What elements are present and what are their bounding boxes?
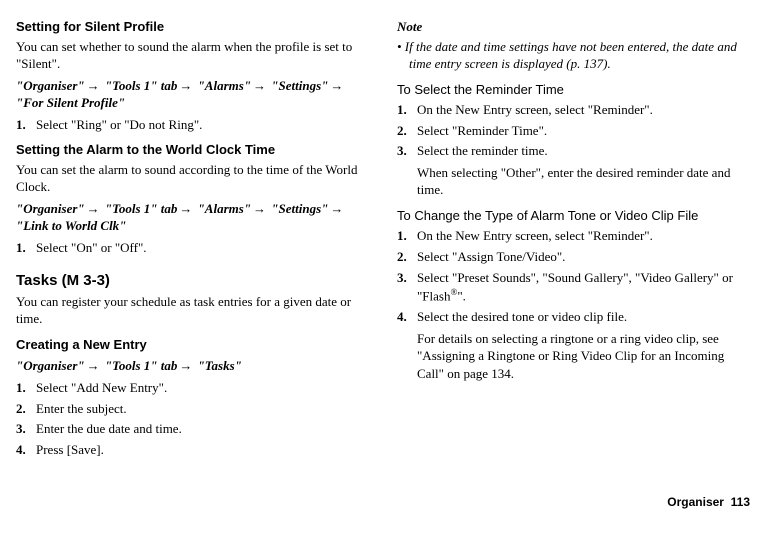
nav-path-3: "Organiser"→ "Tools 1" tab→ "Tasks" — [16, 357, 369, 375]
nav-seg: "Organiser" — [16, 201, 85, 216]
step-text: Press [Save]. — [36, 441, 369, 459]
list-item: 1.Select "Ring" or "Do not Ring". — [16, 116, 369, 134]
nav-seg: "Settings" — [271, 201, 328, 216]
step-text: Select "Assign Tone/Video". — [417, 248, 750, 266]
nav-seg: "Tools 1" tab — [105, 78, 177, 93]
steps-list-5: 1.On the New Entry screen, select "Remin… — [397, 227, 750, 382]
step-main: Select the desired tone or video clip fi… — [417, 309, 627, 324]
nav-seg: "Organiser" — [16, 78, 85, 93]
step-text: Enter the subject. — [36, 400, 369, 418]
list-item: 3.Enter the due date and time. — [16, 420, 369, 438]
step-sub: For details on selecting a ringtone or a… — [417, 330, 750, 383]
steps-list-1: 1.Select "Ring" or "Do not Ring". — [16, 116, 369, 134]
step-text: Select "Reminder Time". — [417, 122, 750, 140]
list-item: 2.Select "Assign Tone/Video". — [397, 248, 750, 266]
list-item: 4. Select the desired tone or video clip… — [397, 308, 750, 382]
heading-new-entry: Creating a New Entry — [16, 336, 369, 354]
step-number: 4. — [397, 308, 417, 382]
footer-page-number: 113 — [731, 495, 750, 509]
step-number: 1. — [397, 227, 417, 245]
arrow-icon: → — [251, 201, 268, 216]
heading-tasks: Tasks (M 3-3) — [16, 271, 369, 291]
list-item: 1.Select "Add New Entry". — [16, 379, 369, 397]
step-text: Select "Add New Entry". — [36, 379, 369, 397]
note-title: Note — [397, 18, 750, 36]
step-part-b: ". — [457, 288, 466, 303]
arrow-icon: → — [328, 78, 345, 93]
step-number: 1. — [16, 239, 36, 257]
heading-world-clock: Setting the Alarm to the World Clock Tim… — [16, 141, 369, 159]
left-column: Setting for Silent Profile You can set w… — [16, 10, 369, 464]
nav-seg: "Alarms" — [198, 201, 251, 216]
step-text: Select the reminder time. When selecting… — [417, 142, 750, 199]
footer-section: Organiser — [667, 495, 724, 509]
steps-list-4: 1.On the New Entry screen, select "Remin… — [397, 101, 750, 199]
list-item: 4.Press [Save]. — [16, 441, 369, 459]
step-number: 3. — [397, 142, 417, 199]
arrow-icon: → — [85, 358, 102, 373]
step-number: 2. — [16, 400, 36, 418]
nav-seg: "Tools 1" tab — [105, 201, 177, 216]
nav-seg: "Alarms" — [198, 78, 251, 93]
arrow-icon: → — [85, 201, 102, 216]
note-body: • If the date and time settings have not… — [397, 38, 750, 73]
list-item: 1.On the New Entry screen, select "Remin… — [397, 101, 750, 119]
step-number: 1. — [16, 116, 36, 134]
list-item: 1.Select "On" or "Off". — [16, 239, 369, 257]
page-footer: Organiser 113 — [16, 494, 750, 510]
page-content: Setting for Silent Profile You can set w… — [16, 10, 750, 464]
arrow-icon: → — [251, 78, 268, 93]
heading-silent-profile: Setting for Silent Profile — [16, 18, 369, 36]
step-sub: When selecting "Other", enter the desire… — [417, 164, 750, 199]
nav-seg: "Tasks" — [198, 358, 242, 373]
step-text: Select "On" or "Off". — [36, 239, 369, 257]
arrow-icon: → — [177, 201, 194, 216]
nav-path-2: "Organiser"→ "Tools 1" tab→ "Alarms"→ "S… — [16, 200, 369, 235]
nav-seg: "Link to World Clk" — [16, 218, 126, 233]
step-number: 1. — [397, 101, 417, 119]
nav-seg: "For Silent Profile" — [16, 95, 125, 110]
arrow-icon: → — [328, 201, 345, 216]
step-text: Select the desired tone or video clip fi… — [417, 308, 750, 382]
step-number: 4. — [16, 441, 36, 459]
heading-alarm-tone: To Change the Type of Alarm Tone or Vide… — [397, 207, 750, 225]
heading-reminder-time: To Select the Reminder Time — [397, 81, 750, 99]
list-item: 2.Select "Reminder Time". — [397, 122, 750, 140]
step-main: Select the reminder time. — [417, 143, 548, 158]
arrow-icon: → — [177, 78, 194, 93]
step-number: 3. — [16, 420, 36, 438]
step-number: 2. — [397, 122, 417, 140]
list-item: 1.On the New Entry screen, select "Remin… — [397, 227, 750, 245]
step-text: Select "Preset Sounds", "Sound Gallery",… — [417, 269, 750, 305]
desc-tasks: You can register your schedule as task e… — [16, 293, 369, 328]
nav-path-1: "Organiser"→ "Tools 1" tab→ "Alarms"→ "S… — [16, 77, 369, 112]
steps-list-3: 1.Select "Add New Entry". 2.Enter the su… — [16, 379, 369, 458]
right-column: Note • If the date and time settings hav… — [397, 10, 750, 464]
list-item: 3.Select "Preset Sounds", "Sound Gallery… — [397, 269, 750, 305]
arrow-icon: → — [85, 78, 102, 93]
list-item: 2.Enter the subject. — [16, 400, 369, 418]
desc-silent-profile: You can set whether to sound the alarm w… — [16, 38, 369, 73]
step-number: 3. — [397, 269, 417, 305]
step-text: Enter the due date and time. — [36, 420, 369, 438]
nav-seg: "Organiser" — [16, 358, 85, 373]
step-text: On the New Entry screen, select "Reminde… — [417, 101, 750, 119]
list-item: 3. Select the reminder time. When select… — [397, 142, 750, 199]
steps-list-2: 1.Select "On" or "Off". — [16, 239, 369, 257]
step-text: Select "Ring" or "Do not Ring". — [36, 116, 369, 134]
nav-seg: "Tools 1" tab — [105, 358, 177, 373]
nav-seg: "Settings" — [271, 78, 328, 93]
step-text: On the New Entry screen, select "Reminde… — [417, 227, 750, 245]
step-number: 2. — [397, 248, 417, 266]
desc-world-clock: You can set the alarm to sound according… — [16, 161, 369, 196]
arrow-icon: → — [177, 358, 194, 373]
step-number: 1. — [16, 379, 36, 397]
